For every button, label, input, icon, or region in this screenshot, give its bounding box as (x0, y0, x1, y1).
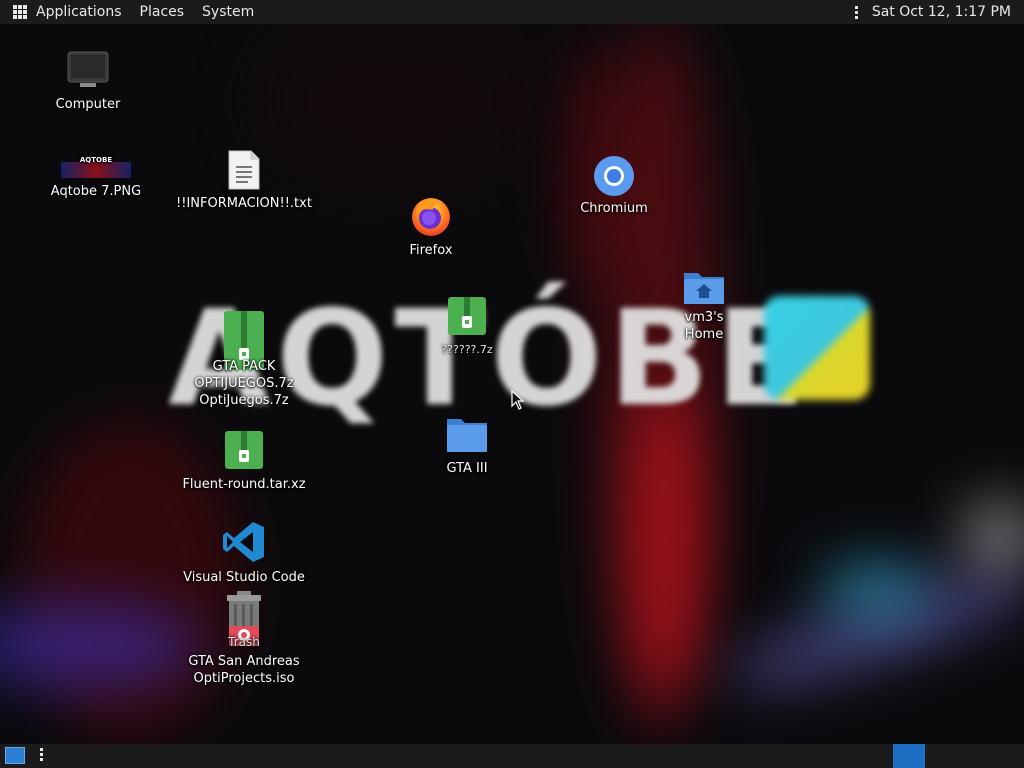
top-panel: Applications Places System Sat Oct 12, 1… (0, 0, 1024, 24)
image-thumbnail-icon: AQTOBE (61, 152, 131, 180)
desktop-icon-home-folder[interactable]: vm3's Home (664, 268, 744, 343)
folder-icon (447, 419, 487, 452)
monitor-icon (67, 51, 109, 87)
desktop-icon-chromium[interactable]: Chromium (574, 155, 654, 217)
menu-places[interactable]: Places (131, 0, 194, 24)
mouse-cursor-icon (511, 390, 525, 410)
desktop-icon-computer[interactable]: Computer (48, 50, 128, 113)
icon-label: Computer (55, 97, 121, 112)
icon-label: OPTIJUEGOS.7z (194, 376, 294, 391)
desktop-icon-archive-7z[interactable]: ??????.7z (432, 296, 502, 358)
menu-system[interactable]: System (193, 0, 263, 24)
desktop-icon-firefox[interactable]: Firefox (396, 194, 466, 259)
desktop-icon-aqtobe-png[interactable]: AQTOBE Aqtobe 7.PNG (46, 152, 146, 200)
home-folder-icon (684, 273, 724, 304)
archive-icon (448, 297, 486, 335)
workspace-1-button[interactable] (893, 744, 925, 768)
panel-handle-icon[interactable] (36, 748, 46, 761)
show-desktop-button[interactable] (5, 747, 25, 764)
menu-applications[interactable]: Applications (27, 0, 131, 24)
desktop-icon-vscode[interactable]: Visual Studio Code (180, 520, 308, 586)
bottom-panel (0, 744, 1024, 768)
chromium-icon (594, 156, 634, 196)
icon-label: Visual Studio Code (183, 570, 305, 585)
desktop-icon-informacion-txt[interactable]: !!INFORMACION!!.txt (174, 150, 314, 212)
desktop-wallpaper: AQTÓBE (0, 0, 1024, 768)
icon-label: OptiJuegos.7z (199, 393, 289, 408)
icon-label: !!INFORMACION!!.txt (176, 196, 312, 211)
icon-label: OptiProjects.iso (193, 671, 295, 686)
icon-label: GTA San Andreas (188, 654, 300, 669)
firefox-icon (412, 198, 450, 236)
wallpaper-logo-mark (764, 296, 870, 400)
clock[interactable]: Sat Oct 12, 1:17 PM (862, 4, 1024, 20)
applications-grid-icon[interactable] (13, 5, 27, 19)
desktop-icon-fluent-archive[interactable]: Fluent-round.tar.xz (180, 430, 308, 493)
vscode-icon (223, 522, 264, 562)
icon-label: Trash (228, 635, 260, 649)
icon-label: ??????.7z (441, 343, 493, 356)
icon-label: Firefox (409, 243, 453, 258)
desktop-icon-gta3-folder[interactable]: GTA III (432, 416, 502, 477)
icon-label: GTA PACK (212, 359, 276, 374)
panel-handle-icon[interactable] (852, 5, 862, 19)
workspace-2-button[interactable] (925, 744, 957, 768)
desktop-icon-trash[interactable]: Trash GTA San Andreas OptiProjects.iso (180, 590, 308, 687)
desktop-icon-gta-pack-7z[interactable]: GTA PACK OPTIJUEGOS.7z OptiJuegos.7z (180, 310, 308, 409)
text-file-icon (228, 150, 260, 190)
icon-label: vm3's Home (684, 310, 724, 342)
icon-label: GTA III (446, 461, 488, 476)
icon-label: Chromium (580, 201, 648, 216)
icon-label: Fluent-round.tar.xz (182, 477, 306, 492)
archive-icon (225, 431, 263, 469)
icon-label: Aqtobe 7.PNG (50, 184, 142, 199)
